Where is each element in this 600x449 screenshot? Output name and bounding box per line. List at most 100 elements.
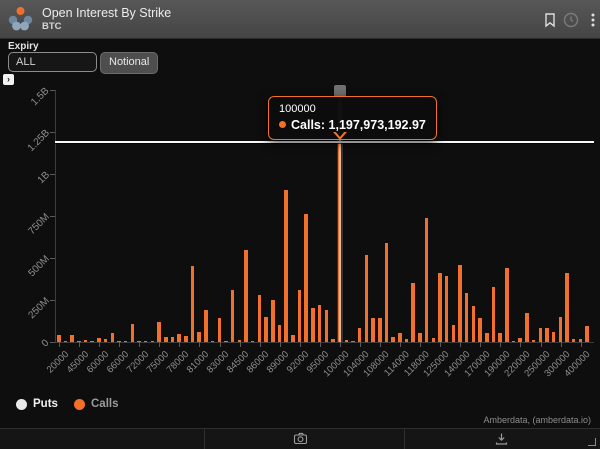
bar[interactable]	[585, 326, 589, 342]
bar[interactable]	[258, 295, 262, 342]
bar[interactable]	[231, 290, 235, 342]
bar[interactable]	[57, 335, 61, 342]
bar[interactable]	[358, 328, 362, 342]
bar[interactable]	[478, 318, 482, 342]
bar[interactable]	[184, 336, 188, 342]
y-tick	[50, 216, 55, 217]
bar[interactable]	[264, 317, 268, 342]
bar[interactable]	[177, 334, 181, 342]
bar[interactable]	[465, 293, 469, 342]
bar[interactable]	[532, 340, 536, 342]
bar[interactable]	[211, 341, 215, 342]
resize-handle[interactable]	[588, 438, 596, 446]
bar[interactable]	[271, 300, 275, 342]
bar[interactable]	[84, 340, 88, 342]
bar[interactable]	[365, 255, 369, 342]
y-tick	[50, 300, 55, 301]
bar[interactable]	[325, 310, 329, 342]
bar[interactable]	[498, 333, 502, 342]
bar[interactable]	[278, 325, 282, 342]
bar[interactable]	[191, 266, 195, 342]
bar[interactable]	[204, 310, 208, 342]
bar[interactable]	[70, 335, 74, 342]
bar[interactable]	[164, 337, 168, 342]
bar[interactable]	[137, 341, 141, 342]
bar[interactable]	[304, 214, 308, 342]
y-tick	[50, 174, 55, 175]
bar[interactable]	[452, 325, 456, 342]
bar[interactable]	[151, 341, 155, 342]
bar[interactable]	[311, 308, 315, 342]
bar[interactable]	[492, 287, 496, 342]
bar[interactable]	[411, 283, 415, 342]
puts-legend-label[interactable]: Puts	[33, 398, 58, 410]
bar[interactable]	[432, 338, 436, 342]
bar[interactable]	[157, 322, 161, 342]
bar[interactable]	[445, 276, 449, 342]
x-tick	[581, 342, 582, 347]
bar[interactable]	[485, 333, 489, 342]
x-tick	[260, 342, 261, 347]
bar[interactable]	[552, 332, 556, 342]
bar[interactable]	[197, 332, 201, 342]
bar[interactable]	[64, 341, 68, 342]
bar[interactable]	[472, 306, 476, 342]
bar[interactable]	[244, 250, 248, 342]
calls-legend-label[interactable]: Calls	[91, 398, 119, 410]
bar[interactable]	[224, 341, 228, 342]
bar[interactable]	[405, 339, 409, 342]
bar[interactable]	[298, 290, 302, 342]
download-icon[interactable]	[494, 431, 509, 446]
bar[interactable]	[385, 243, 389, 342]
puts-legend-dot-icon[interactable]	[16, 399, 27, 410]
x-tick-label: 81000	[185, 349, 211, 375]
bar[interactable]	[505, 268, 509, 342]
x-tick	[79, 342, 80, 347]
bar[interactable]	[238, 340, 242, 342]
bar[interactable]	[144, 341, 148, 342]
bar[interactable]	[418, 333, 422, 342]
y-tick-label: 1.5B	[30, 86, 52, 108]
bar[interactable]	[97, 338, 101, 342]
bar[interactable]	[572, 339, 576, 342]
bar[interactable]	[104, 339, 108, 342]
bar[interactable]	[124, 341, 128, 342]
bar[interactable]	[111, 333, 115, 342]
bar[interactable]	[171, 337, 175, 342]
bar[interactable]	[458, 265, 462, 342]
bar-chart[interactable]: 0250M500M750M1B1.25B1.5B2000045000600006…	[0, 0, 600, 449]
bar[interactable]	[378, 318, 382, 342]
bar[interactable]	[117, 341, 121, 342]
bar[interactable]	[90, 341, 94, 342]
bar[interactable]	[398, 333, 402, 342]
bar[interactable]	[77, 341, 81, 342]
camera-icon[interactable]	[293, 431, 308, 446]
bar[interactable]	[579, 339, 583, 342]
bar[interactable]	[565, 273, 569, 342]
bar[interactable]	[218, 318, 222, 342]
bar[interactable]	[284, 190, 288, 342]
bar[interactable]	[318, 305, 322, 342]
bar[interactable]	[512, 341, 516, 342]
bar[interactable]	[131, 324, 135, 342]
bar[interactable]	[545, 328, 549, 342]
x-tick	[520, 342, 521, 347]
x-tick	[440, 342, 441, 347]
y-tick	[50, 258, 55, 259]
bar[interactable]	[371, 318, 375, 342]
bar[interactable]	[331, 339, 335, 342]
bar[interactable]	[559, 317, 563, 342]
x-tick	[240, 342, 241, 347]
x-tick-label: 84500	[225, 349, 251, 375]
bar[interactable]	[251, 341, 255, 342]
calls-legend-dot-icon[interactable]	[74, 399, 85, 410]
bar[interactable]	[525, 313, 529, 342]
bar[interactable]	[425, 218, 429, 342]
bar[interactable]	[438, 273, 442, 342]
bar[interactable]	[391, 337, 395, 342]
bar[interactable]	[518, 338, 522, 342]
bar[interactable]	[291, 335, 295, 342]
bar[interactable]	[539, 328, 543, 342]
bar[interactable]	[345, 340, 349, 342]
bar[interactable]	[351, 341, 355, 342]
